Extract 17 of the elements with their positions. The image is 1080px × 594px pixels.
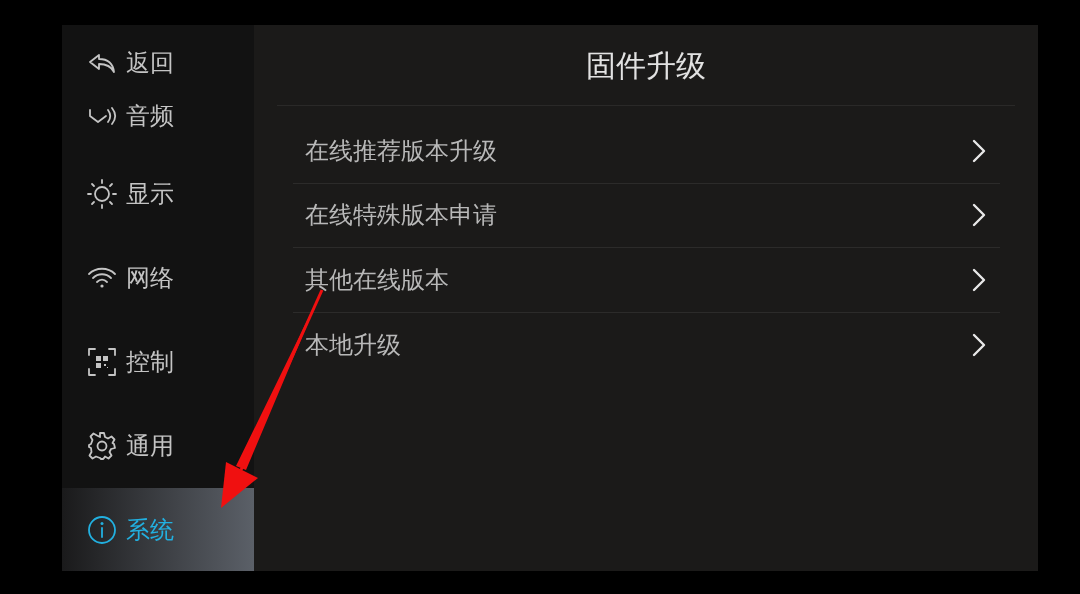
sidebar-item[interactable]: 控制	[62, 320, 254, 404]
menu-row[interactable]: 本地升级	[293, 312, 1000, 377]
sidebar-item[interactable]: 网络	[62, 236, 254, 320]
chevron-icon	[972, 203, 986, 228]
menu-row[interactable]: 在线特殊版本申请	[293, 183, 1000, 248]
sidebar-item[interactable]: 系统	[62, 488, 254, 571]
menu-row[interactable]: 在线推荐版本升级	[293, 119, 1000, 184]
chevron-icon	[972, 267, 986, 292]
chevron-icon	[972, 332, 986, 357]
info-icon	[86, 514, 118, 546]
menu-row[interactable]: 其他在线版本	[293, 248, 1000, 313]
page-title: 固件升级	[586, 46, 706, 85]
chevron-icon	[972, 138, 986, 163]
sidebar-item[interactable]: 通用	[62, 404, 254, 488]
gear-icon	[86, 430, 118, 462]
qr-code-icon	[86, 346, 118, 378]
sun-icon	[86, 178, 118, 210]
